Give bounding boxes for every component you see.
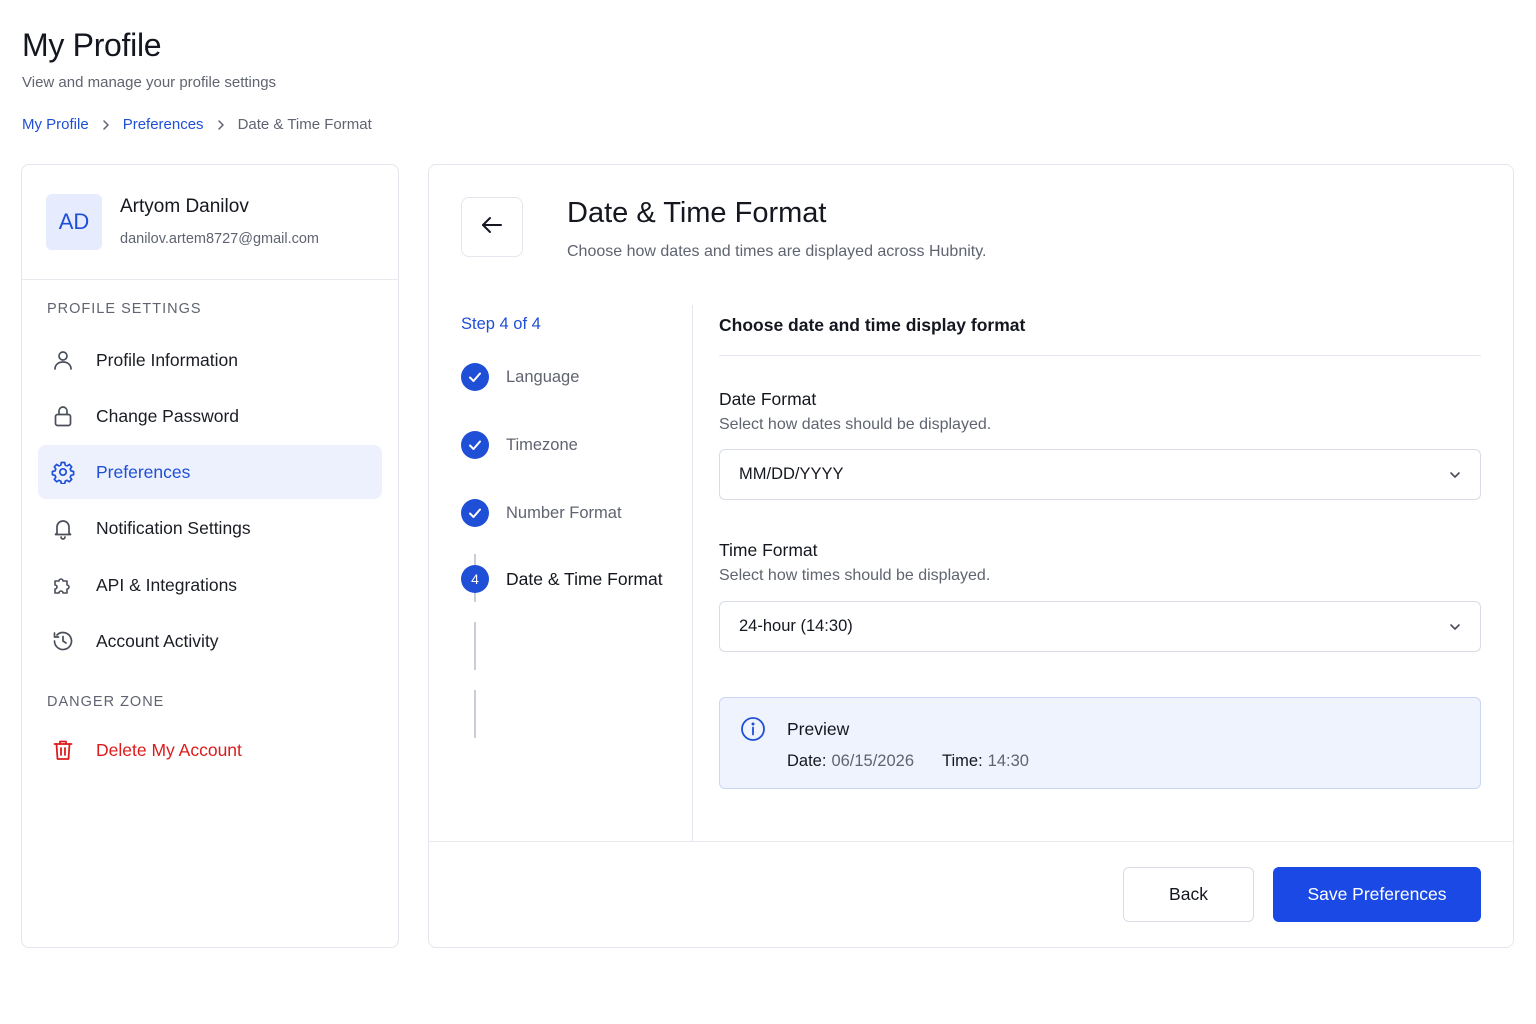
user-email: danilov.artem8727@gmail.com bbox=[120, 231, 320, 247]
date-format-help: Select how dates should be displayed. bbox=[719, 416, 992, 433]
step-number: 4 bbox=[461, 565, 489, 593]
check-icon bbox=[461, 499, 489, 527]
chevron-down-icon bbox=[1448, 620, 1462, 634]
step-label: Language bbox=[506, 367, 580, 386]
sidebar-item-label: Change Password bbox=[96, 405, 239, 426]
trash-icon bbox=[50, 737, 76, 763]
time-format-label: Time Format bbox=[719, 540, 818, 560]
check-icon bbox=[461, 363, 489, 391]
divider bbox=[719, 355, 1481, 356]
breadcrumb-preferences[interactable]: Preferences bbox=[123, 116, 204, 133]
date-format-label: Date Format bbox=[719, 389, 817, 409]
step-date-time-format[interactable]: 4 Date & Time Format bbox=[461, 565, 663, 593]
preview-panel: Preview Date: 06/15/2026 Time: 14:30 bbox=[719, 697, 1481, 789]
preview-time-key: Time: bbox=[942, 752, 983, 770]
section-label-profile-settings: PROFILE SETTINGS bbox=[47, 301, 202, 317]
user-card: AD Artyom Danilov danilov.artem8727@gmai… bbox=[22, 165, 398, 280]
save-preferences-button[interactable]: Save Preferences bbox=[1273, 867, 1481, 922]
preview-date-value: 06/15/2026 bbox=[831, 752, 915, 770]
back-button[interactable]: Back bbox=[1123, 867, 1254, 922]
check-icon bbox=[461, 431, 489, 459]
section-label-danger-zone: DANGER ZONE bbox=[47, 694, 165, 710]
avatar: AD bbox=[46, 194, 102, 250]
breadcrumb-my-profile[interactable]: My Profile bbox=[22, 116, 89, 133]
page-header: My Profile View and manage your profile … bbox=[22, 24, 276, 91]
step-number-format[interactable]: Number Format bbox=[461, 499, 622, 527]
sidebar-item-account-activity[interactable]: Account Activity bbox=[38, 614, 382, 668]
time-format-value: 24-hour (14:30) bbox=[739, 617, 853, 635]
preview-date-key: Date: bbox=[787, 752, 827, 770]
section-title: Date & Time Format bbox=[567, 197, 827, 229]
step-label: Number Format bbox=[506, 503, 622, 522]
page-subtitle: View and manage your profile settings bbox=[22, 74, 277, 91]
form-content: Choose date and time display format Date… bbox=[719, 315, 1481, 789]
time-format-select[interactable]: 24-hour (14:30) bbox=[719, 601, 1481, 652]
step-label: Timezone bbox=[506, 435, 578, 454]
info-icon bbox=[740, 716, 766, 742]
chevron-right-icon bbox=[101, 119, 111, 131]
sidebar-item-label: API & Integrations bbox=[96, 574, 238, 595]
chevron-down-icon bbox=[1448, 468, 1462, 482]
sidebar-item-delete-account[interactable]: Delete My Account bbox=[38, 723, 382, 777]
bell-icon bbox=[50, 515, 76, 541]
breadcrumb-current: Date & Time Format bbox=[237, 116, 372, 133]
form-heading: Choose date and time display format bbox=[719, 315, 1026, 335]
sidebar: AD Artyom Danilov danilov.artem8727@gmai… bbox=[21, 164, 399, 948]
step-label: Date & Time Format bbox=[506, 568, 663, 589]
sidebar-item-api-integrations[interactable]: API & Integrations bbox=[38, 558, 382, 612]
step-connector bbox=[474, 622, 476, 670]
back-arrow-button[interactable] bbox=[461, 197, 523, 257]
sidebar-item-preferences[interactable]: Preferences bbox=[38, 445, 382, 499]
sidebar-item-label: Profile Information bbox=[96, 349, 239, 370]
date-format-select[interactable]: MM/DD/YYYY bbox=[719, 449, 1481, 500]
step-connector bbox=[474, 690, 476, 738]
step-count: Step 4 of 4 bbox=[461, 315, 541, 333]
step-language[interactable]: Language bbox=[461, 363, 579, 391]
time-format-help: Select how times should be displayed. bbox=[719, 567, 991, 584]
sidebar-item-label: Delete My Account bbox=[96, 739, 242, 760]
main-card: Date & Time Format Choose how dates and … bbox=[428, 164, 1514, 948]
sidebar-item-profile-information[interactable]: Profile Information bbox=[38, 333, 382, 387]
footer-divider bbox=[429, 841, 1513, 842]
stepper: Step 4 of 4 Language Timezone Number For… bbox=[461, 315, 691, 738]
chevron-right-icon bbox=[216, 119, 226, 131]
date-format-value: MM/DD/YYYY bbox=[739, 465, 844, 483]
sidebar-item-change-password[interactable]: Change Password bbox=[38, 389, 382, 443]
vertical-divider bbox=[692, 305, 693, 841]
step-timezone[interactable]: Timezone bbox=[461, 431, 578, 459]
sidebar-item-label: Notification Settings bbox=[96, 517, 251, 538]
user-icon bbox=[50, 347, 76, 373]
history-icon bbox=[50, 628, 76, 654]
preview-values: Date: 06/15/2026 Time: 14:30 bbox=[787, 752, 1029, 771]
sidebar-item-notification-settings[interactable]: Notification Settings bbox=[38, 501, 382, 555]
breadcrumb: My Profile Preferences Date & Time Forma… bbox=[22, 116, 372, 133]
user-name: Artyom Danilov bbox=[120, 196, 249, 217]
gear-icon bbox=[50, 459, 76, 485]
section-subtitle: Choose how dates and times are displayed… bbox=[567, 243, 987, 260]
sidebar-item-label: Preferences bbox=[96, 461, 191, 482]
sidebar-item-label: Account Activity bbox=[96, 630, 219, 651]
lock-icon bbox=[50, 403, 76, 429]
arrow-left-icon bbox=[481, 216, 503, 239]
preview-time-value: 14:30 bbox=[987, 752, 1029, 770]
preview-title: Preview bbox=[787, 719, 850, 739]
puzzle-icon bbox=[50, 572, 76, 598]
page-title: My Profile bbox=[22, 27, 162, 63]
